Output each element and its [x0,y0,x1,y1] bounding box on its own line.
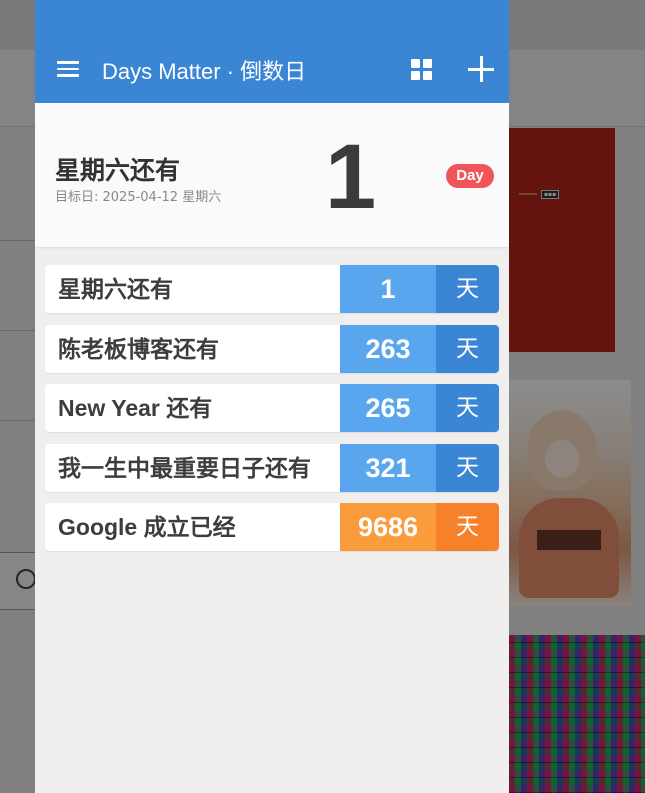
event-row[interactable]: Google 成立已经 9686 天 [45,503,499,551]
event-days-count: 9686 [340,503,436,551]
featured-event-days: 1 [325,126,377,228]
event-label: 我一生中最重要日子还有 [58,454,311,481]
app-title: Days Matter · 倒数日 [102,59,307,84]
event-row[interactable]: 星期六还有 1 天 [45,265,499,313]
event-row[interactable]: 陈老板博客还有 263 天 [45,324,499,373]
event-row[interactable]: 我一生中最重要日子还有 321 天 [45,443,499,492]
event-days-unit: 天 [436,443,499,492]
event-days-unit: 天 [436,265,499,313]
event-label: 星期六还有 [58,276,173,302]
event-days-count: 1 [340,265,436,313]
event-days-unit: 天 [436,384,499,432]
event-days-unit: 天 [436,503,499,551]
day-unit-badge: Day [446,164,494,188]
event-label: Google 成立已经 [58,514,236,540]
app-bar: Days Matter · 倒数日 [35,0,509,103]
event-days-count: 265 [340,384,436,432]
plus-icon[interactable] [468,56,494,82]
event-days-count: 263 [340,324,436,373]
hamburger-icon[interactable] [57,61,79,77]
event-label: New Year 还有 [58,395,213,421]
featured-event-card[interactable]: 星期六还有 目标日: 2025-04-12 星期六 1 Day [35,103,509,247]
event-list: 星期六还有 1 天 陈老板博客还有 263 天 New Year 还有 265 … [45,265,499,563]
event-label: 陈老板博客还有 [58,335,219,362]
featured-event-title: 星期六还有 [55,156,181,185]
event-days-count: 321 [340,443,436,492]
featured-event-target-date: 目标日: 2025-04-12 星期六 [55,190,222,205]
grid-icon[interactable] [411,59,433,81]
event-days-unit: 天 [436,324,499,373]
event-row[interactable]: New Year 还有 265 天 [45,384,499,432]
days-matter-app: Days Matter · 倒数日 星期六还有 目标日: 2025-04-12 … [35,0,509,793]
